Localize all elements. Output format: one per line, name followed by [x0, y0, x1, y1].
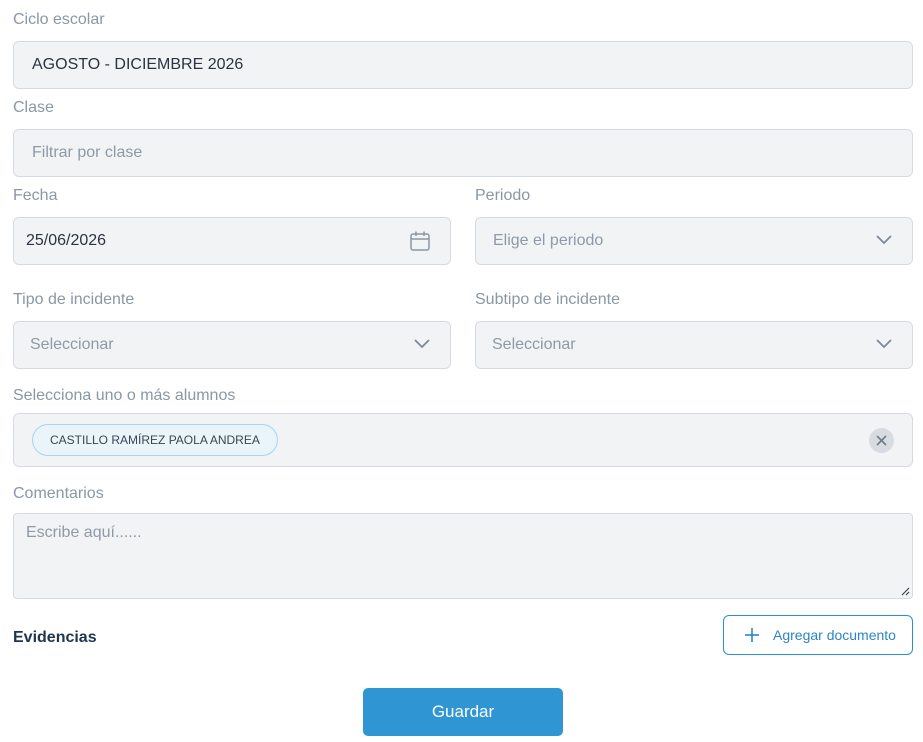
calendar-icon[interactable] — [409, 230, 431, 252]
ciclo-escolar-value: AGOSTO - DICIEMBRE 2026 — [32, 56, 244, 73]
subtipo-incidente-placeholder: Seleccionar — [492, 336, 576, 353]
resize-grip-icon[interactable] — [901, 587, 910, 596]
alumno-chip[interactable]: CASTILLO RAMÍREZ PAOLA ANDREA — [32, 424, 278, 456]
clase-filter-input[interactable]: Filtrar por clase — [13, 129, 913, 177]
chevron-down-icon — [876, 235, 892, 245]
comentarios-label: Comentarios — [13, 485, 104, 502]
periodo-placeholder: Elige el periodo — [493, 232, 604, 249]
chevron-down-icon — [414, 339, 430, 349]
alumnos-label: Selecciona uno o más alumnos — [13, 387, 236, 404]
evidencias-heading: Evidencias — [13, 629, 97, 646]
add-document-button[interactable]: Agregar documento — [723, 615, 913, 655]
clase-placeholder: Filtrar por clase — [32, 144, 143, 161]
comentarios-textarea[interactable]: Escribe aquí...... — [13, 513, 913, 599]
clear-selection-button[interactable] — [869, 428, 894, 453]
alumnos-multiselect[interactable]: CASTILLO RAMÍREZ PAOLA ANDREA — [13, 413, 913, 467]
subtipo-incidente-select[interactable]: Seleccionar — [475, 321, 913, 369]
ciclo-escolar-label: Ciclo escolar — [13, 11, 105, 28]
fecha-date-input[interactable]: 25/06/2026 — [13, 217, 451, 265]
comentarios-placeholder: Escribe aquí...... — [26, 524, 142, 541]
subtipo-incidente-label: Subtipo de incidente — [475, 291, 620, 308]
fecha-label: Fecha — [13, 187, 58, 204]
add-document-label: Agregar documento — [773, 627, 896, 643]
periodo-select[interactable]: Elige el periodo — [475, 217, 913, 265]
clase-label: Clase — [13, 99, 54, 116]
plus-icon — [745, 628, 759, 642]
periodo-label: Periodo — [475, 187, 531, 204]
tipo-incidente-label: Tipo de incidente — [13, 291, 135, 308]
close-icon — [876, 435, 887, 446]
chevron-down-icon — [876, 339, 892, 349]
ciclo-escolar-field[interactable]: AGOSTO - DICIEMBRE 2026 — [13, 41, 913, 89]
fecha-value: 25/06/2026 — [26, 232, 107, 249]
save-button[interactable]: Guardar — [363, 688, 563, 736]
tipo-incidente-select[interactable]: Seleccionar — [13, 321, 451, 369]
tipo-incidente-placeholder: Seleccionar — [30, 336, 114, 353]
